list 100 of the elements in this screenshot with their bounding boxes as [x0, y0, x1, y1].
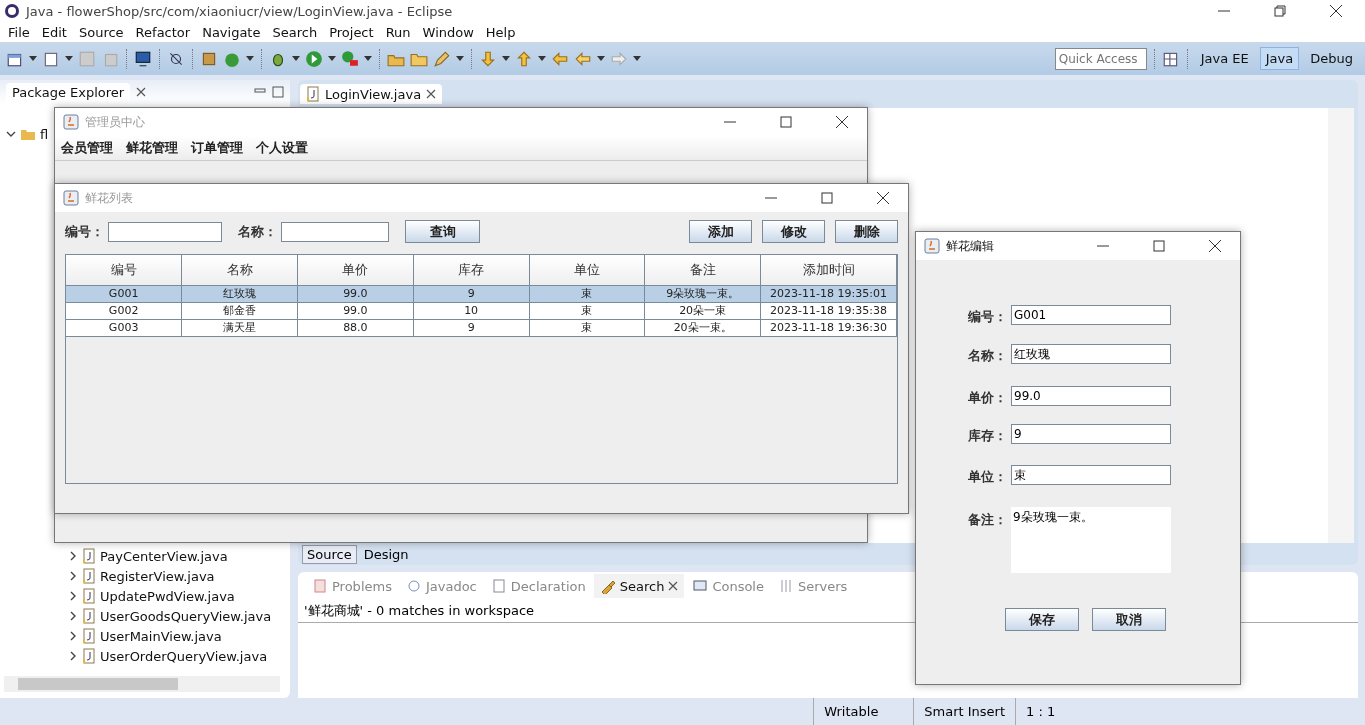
caret-icon[interactable] [29, 56, 37, 61]
caret-icon[interactable] [328, 56, 336, 61]
dialog-button[interactable]: 取消 [1092, 608, 1166, 631]
column-header[interactable]: 单位 [529, 255, 645, 285]
pencil-icon[interactable] [433, 49, 451, 68]
tree-item[interactable]: UpdatePwdView.java [6, 586, 235, 606]
close-icon[interactable] [668, 581, 679, 591]
package-explorer-tab[interactable]: Package Explorer [6, 82, 131, 102]
close-icon[interactable] [1208, 239, 1222, 253]
menu-item[interactable]: Help [479, 24, 522, 40]
action-button[interactable]: 添加 [689, 220, 752, 243]
tree-item[interactable]: PayCenterView.java [6, 546, 228, 566]
menu-item[interactable]: Refactor [129, 24, 197, 40]
input-field[interactable] [108, 221, 222, 242]
tree-item[interactable]: UserMainView.java [6, 626, 222, 646]
column-header[interactable]: 库存 [413, 255, 529, 285]
editor-tab[interactable]: LoginView.java [300, 84, 443, 104]
tree-item[interactable]: UserGoodsQueryView.java [6, 606, 272, 626]
close-icon[interactable] [136, 87, 147, 97]
caret-icon[interactable] [456, 56, 464, 61]
close-icon[interactable] [876, 191, 890, 205]
java-file-icon [82, 608, 96, 624]
menu-item[interactable]: Edit [35, 24, 73, 40]
maximize-icon[interactable] [1152, 239, 1166, 253]
tree-item[interactable]: fl [6, 124, 49, 144]
left-arrow-icon[interactable] [574, 49, 592, 68]
tree-item[interactable]: RegisterView.java [6, 566, 215, 586]
perspective-button[interactable]: Java [1259, 47, 1300, 70]
maximize-icon[interactable] [820, 191, 834, 205]
menu-item[interactable]: 会员管理 [61, 139, 113, 157]
view-tab[interactable]: Search [593, 574, 685, 598]
flashlight-icon [599, 578, 616, 594]
left-arrow-icon[interactable] [551, 49, 569, 68]
text-area[interactable]: 9朵玫瑰一束。 [1011, 507, 1171, 573]
caret-icon[interactable] [597, 56, 605, 61]
up-arrow-icon[interactable] [515, 49, 533, 68]
view-tab[interactable]: Declaration [484, 574, 592, 598]
view-tab[interactable]: Servers [772, 574, 854, 598]
menu-item[interactable]: Project [323, 24, 380, 40]
maximize-icon[interactable] [272, 86, 284, 98]
close-icon[interactable] [835, 115, 849, 129]
menu-item[interactable]: Source [72, 24, 130, 40]
window-title: 管理员中心 [85, 113, 146, 131]
menu-item[interactable]: Navigate [196, 24, 267, 40]
down-arrow-icon[interactable] [479, 49, 497, 68]
menu-item[interactable]: 鲜花管理 [126, 139, 178, 157]
editor-mode-tab[interactable]: Source [302, 544, 357, 564]
run-icon[interactable] [305, 49, 323, 68]
expanded-chevron-icon[interactable] [6, 129, 16, 139]
tree-item[interactable]: UserOrderQueryView.java [6, 646, 268, 666]
caret-icon[interactable] [538, 56, 546, 61]
menu-item[interactable]: File [2, 24, 36, 40]
caret-icon[interactable] [364, 56, 372, 61]
menu-item[interactable]: Run [379, 24, 417, 40]
close-icon[interactable] [1329, 4, 1343, 18]
horizontal-scrollbar[interactable] [4, 676, 280, 692]
java-file-icon [82, 648, 96, 664]
column-header[interactable]: 单价 [297, 255, 414, 285]
caret-icon[interactable] [246, 56, 254, 61]
column-header[interactable]: 名称 [181, 255, 298, 285]
java-file-icon [82, 628, 96, 644]
dialog-button[interactable]: 保存 [1005, 608, 1079, 631]
input-field[interactable]: 红玫瑰 [1011, 344, 1171, 364]
restore-icon[interactable] [1273, 4, 1287, 18]
caret-icon[interactable] [292, 56, 300, 61]
caret-icon[interactable] [65, 56, 73, 61]
menu-item[interactable]: Search [266, 24, 324, 40]
monitor-icon[interactable] [134, 49, 152, 68]
input-field[interactable]: 束 [1011, 465, 1171, 485]
java-file-icon [82, 568, 96, 584]
perspective-button[interactable]: Java EE [1194, 47, 1255, 70]
perspective-button[interactable]: Debug [1304, 47, 1359, 70]
column-header[interactable]: 备注 [644, 255, 761, 285]
menu-item[interactable]: 订单管理 [191, 139, 243, 157]
run-external-icon[interactable] [341, 49, 359, 68]
quick-access-field[interactable]: Quick Access [1054, 47, 1147, 70]
view-tab[interactable]: Javadoc [399, 574, 483, 598]
view-tab[interactable]: Console [686, 574, 770, 598]
query-button[interactable]: 查询 [405, 220, 480, 243]
status-text: Writable [813, 698, 914, 725]
menu-item[interactable]: Window [416, 24, 480, 40]
action-button[interactable]: 删除 [835, 220, 898, 243]
editor-mode-tab[interactable]: Design [358, 544, 414, 564]
column-header[interactable]: 编号 [66, 255, 182, 285]
input-field[interactable]: G001 [1011, 305, 1171, 325]
field-label: 名称： [968, 347, 1007, 365]
caret-icon[interactable] [502, 56, 510, 61]
status-text: Smart Insert [913, 698, 1015, 725]
field-label: 编号： [968, 308, 1007, 326]
menu-item[interactable]: 个人设置 [256, 139, 308, 157]
input-field[interactable] [281, 221, 389, 242]
field-label: 编号： [65, 222, 104, 241]
view-tab[interactable]: Problems [306, 574, 398, 598]
close-icon[interactable] [426, 89, 437, 99]
input-field[interactable]: 9 [1011, 424, 1171, 444]
input-field[interactable]: 99.0 [1011, 386, 1171, 406]
caret-icon[interactable] [633, 56, 641, 61]
action-button[interactable]: 修改 [762, 220, 825, 243]
maximize-icon[interactable] [779, 115, 793, 129]
column-header[interactable]: 添加时间 [760, 255, 897, 285]
